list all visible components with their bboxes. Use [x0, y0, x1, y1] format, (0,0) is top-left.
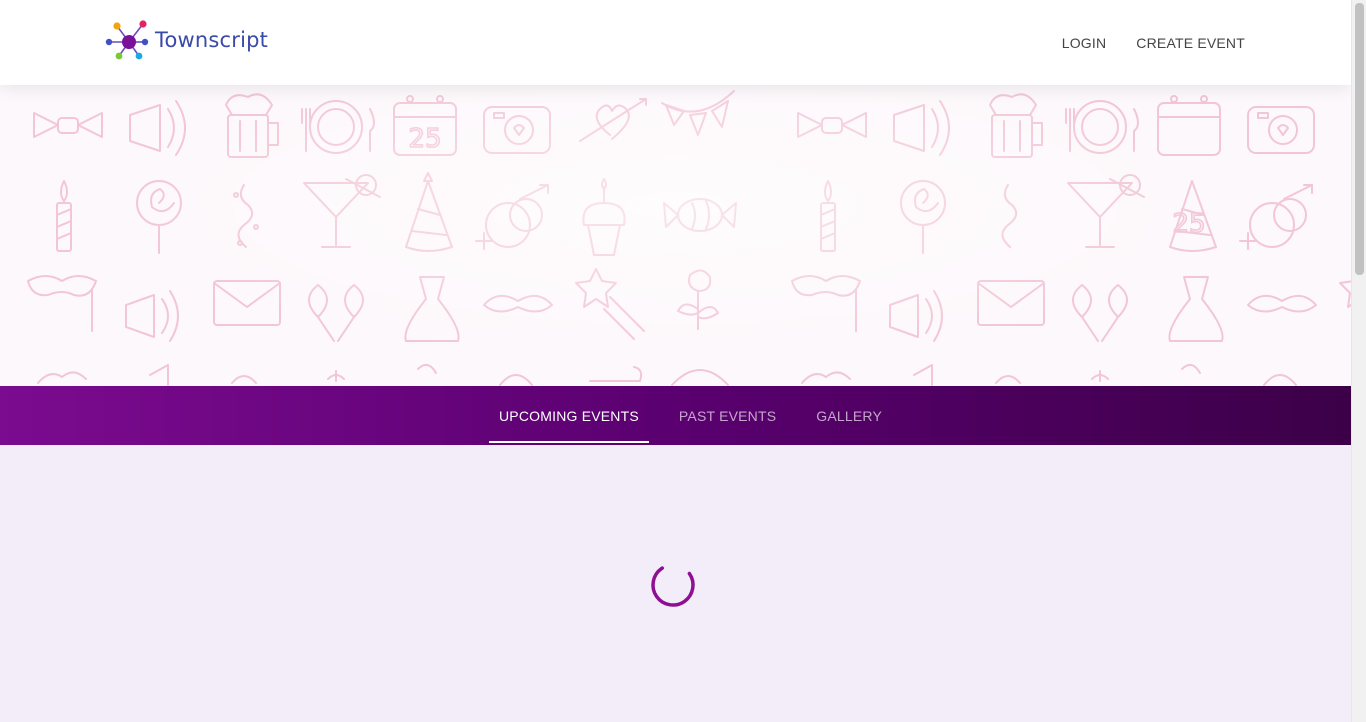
- login-link[interactable]: LOGIN: [1062, 35, 1107, 51]
- events-content: [0, 445, 1351, 722]
- tab-gallery[interactable]: GALLERY: [806, 386, 892, 445]
- site-header: Townscript LOGIN CREATE EVENT: [0, 0, 1351, 85]
- page-scrollbar[interactable]: [1351, 0, 1366, 722]
- create-event-link[interactable]: CREATE EVENT: [1136, 35, 1245, 51]
- scrollbar-thumb[interactable]: [1355, 3, 1364, 275]
- loading-spinner-icon: [651, 563, 695, 607]
- banner-overlay: [0, 85, 1351, 386]
- page: Townscript LOGIN CREATE EVENT UPCOMING E…: [0, 0, 1351, 722]
- logo-text: Townscript: [155, 28, 269, 52]
- cover-banner: 25: [0, 85, 1351, 386]
- events-tab-bar: UPCOMING EVENTS PAST EVENTS GALLERY: [0, 386, 1351, 445]
- townscript-logo[interactable]: Townscript: [105, 18, 268, 62]
- tab-past-events[interactable]: PAST EVENTS: [669, 386, 786, 445]
- tabs: UPCOMING EVENTS PAST EVENTS GALLERY: [489, 386, 912, 445]
- top-nav: LOGIN CREATE EVENT: [1032, 0, 1245, 85]
- townscript-logo-icon: [105, 20, 149, 60]
- tab-upcoming-events[interactable]: UPCOMING EVENTS: [489, 386, 649, 445]
